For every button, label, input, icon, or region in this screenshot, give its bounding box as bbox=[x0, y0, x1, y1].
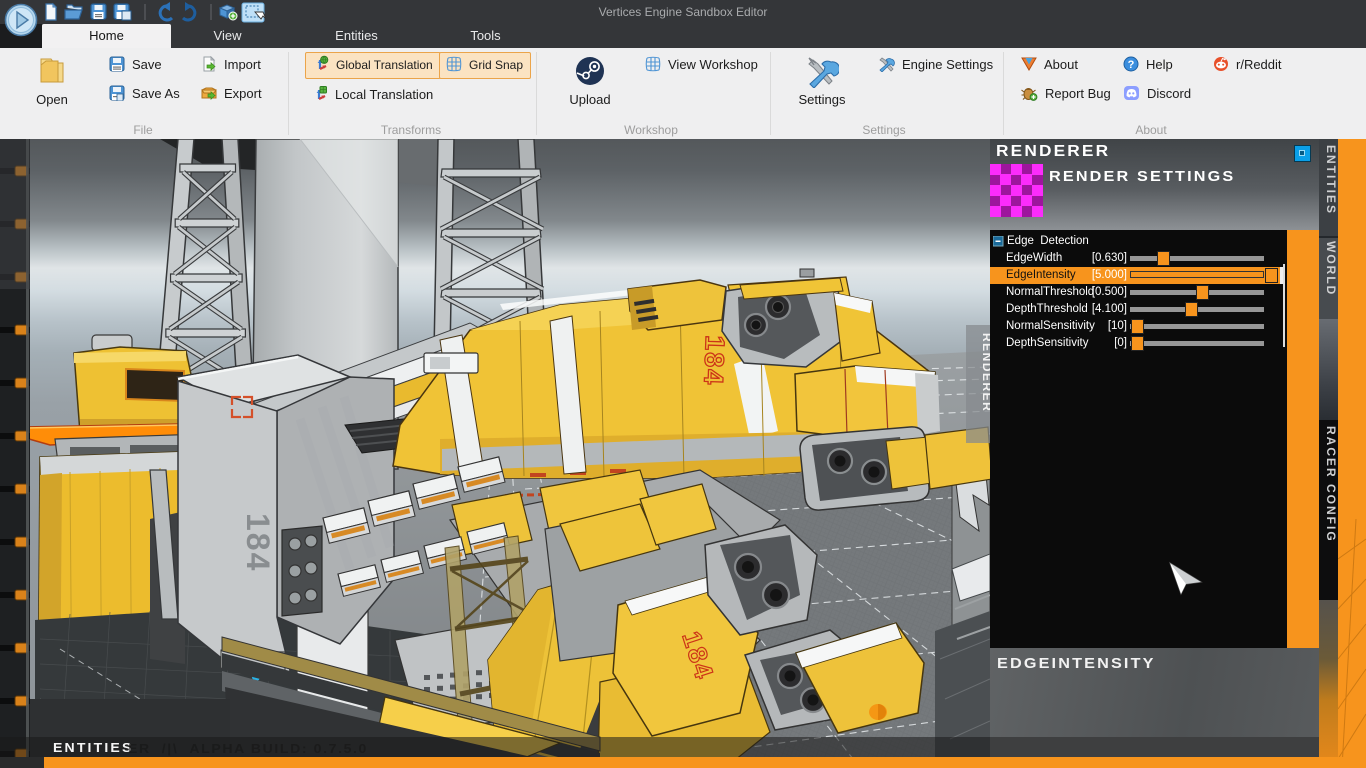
svg-text:RENDERER: RENDERER bbox=[980, 333, 990, 412]
svg-text:184: 184 bbox=[698, 335, 730, 387]
svg-text:?: ? bbox=[1128, 59, 1135, 71]
svg-text:184: 184 bbox=[240, 513, 276, 572]
